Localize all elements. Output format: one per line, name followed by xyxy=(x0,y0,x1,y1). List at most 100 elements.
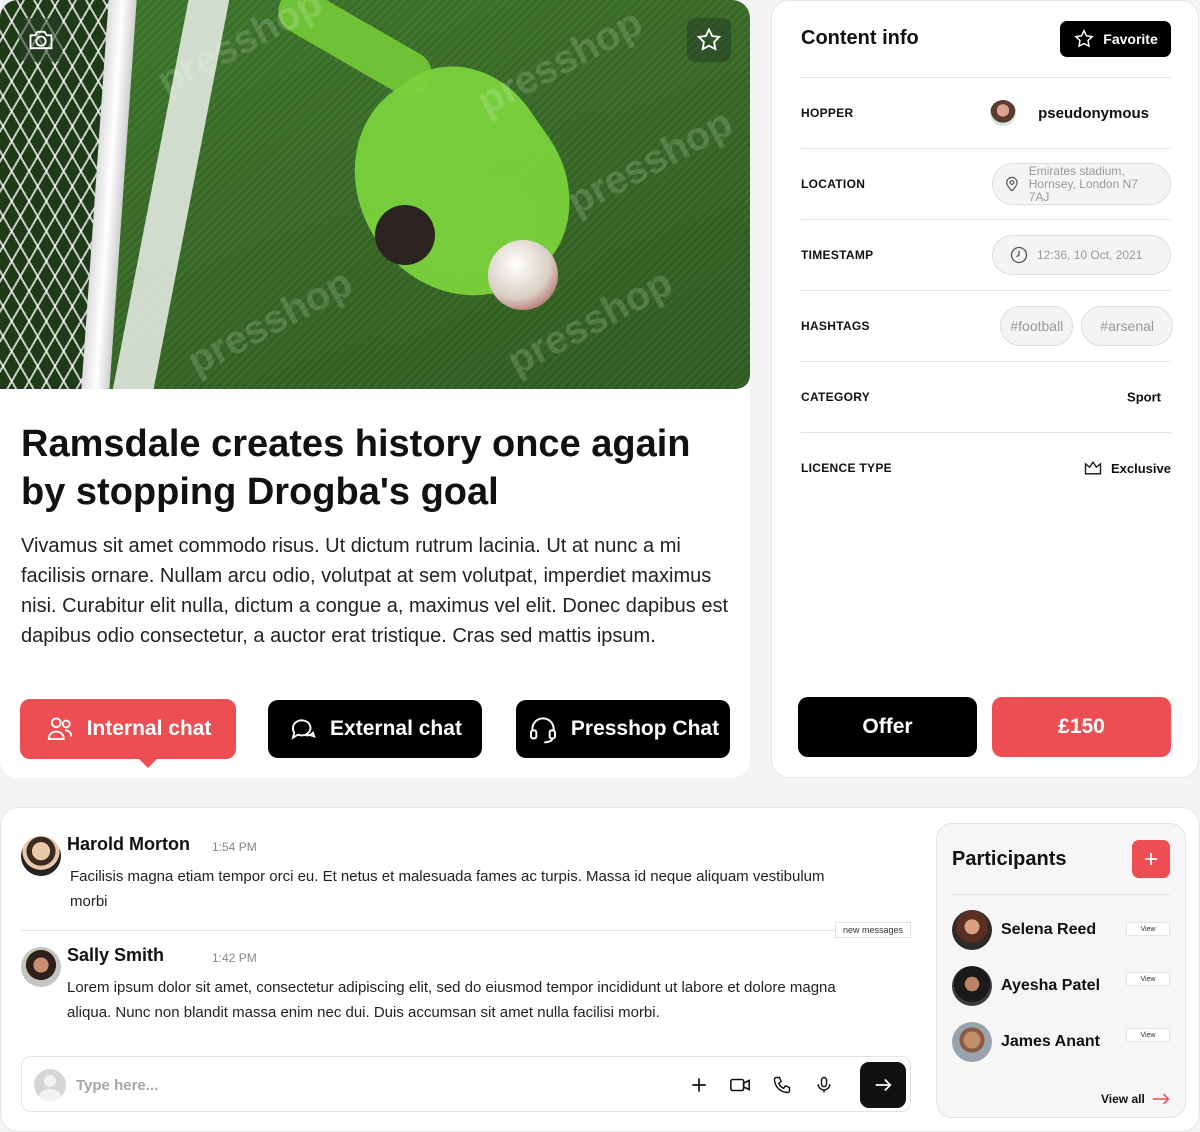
arrow-right-icon xyxy=(875,1078,892,1092)
avatar xyxy=(952,966,992,1006)
chat-panel: Harold Morton 1:54 PM Facilisis magna et… xyxy=(0,807,1200,1132)
timestamp-row: TIMESTAMP 12:36, 10 Oct, 2021 xyxy=(801,219,1171,290)
favorite-label: Favorite xyxy=(1103,31,1158,47)
avatar xyxy=(21,947,61,987)
hashtag-chip[interactable]: #arsenal xyxy=(1081,306,1173,346)
keeper-head xyxy=(375,205,435,265)
article-card: presshop presshop presshop presshop pres… xyxy=(0,0,750,778)
licence-row: LICENCE TYPE Exclusive xyxy=(801,432,1171,503)
users-icon xyxy=(47,717,72,740)
divider xyxy=(952,894,1170,895)
view-participant-button[interactable]: View xyxy=(1126,922,1170,936)
message-author: Harold Morton xyxy=(67,834,190,854)
offer-button[interactable]: Offer xyxy=(798,697,977,757)
participants-panel: Participants Selena Reed View Ayesha Pat… xyxy=(936,823,1186,1118)
internal-chat-button[interactable]: Internal chat xyxy=(20,699,236,768)
timestamp-value: 12:36, 10 Oct, 2021 xyxy=(1037,248,1143,262)
avatar xyxy=(990,100,1017,126)
participant-row: Ayesha Patel View xyxy=(952,966,1172,1006)
message-text: Lorem ipsum dolor sit amet, consectetur … xyxy=(67,979,836,1021)
message-text: Facilisis magna etiam tempor orci eu. Et… xyxy=(70,868,825,910)
avatar xyxy=(21,836,61,876)
message-time: 1:54 PM xyxy=(212,840,257,854)
voice-message-button[interactable] xyxy=(812,1073,836,1097)
location-pin-icon xyxy=(1006,176,1018,192)
favorite-button[interactable]: Favorite xyxy=(1060,21,1171,57)
watermark: presshop xyxy=(469,0,650,124)
message-input[interactable] xyxy=(76,1071,636,1099)
hashtags-label: HASHTAGS xyxy=(801,319,870,333)
participant-row: James Anant View xyxy=(952,1022,1172,1062)
voice-call-button[interactable] xyxy=(770,1073,794,1097)
favorite-star-button[interactable] xyxy=(687,18,731,62)
licence-value: Exclusive xyxy=(1083,458,1171,478)
view-all-link[interactable]: View all xyxy=(1101,1092,1171,1106)
video-call-button[interactable] xyxy=(728,1073,752,1097)
location-pill: Emirates stadium, Hornsey, London N7 7AJ xyxy=(992,163,1171,205)
plus-icon xyxy=(692,1078,706,1092)
video-icon xyxy=(730,1078,750,1092)
camera-icon xyxy=(29,30,53,50)
new-messages-badge: new messages xyxy=(835,922,912,938)
plus-icon xyxy=(1145,853,1157,865)
crown-icon xyxy=(1084,460,1102,475)
price-button[interactable]: £150 xyxy=(992,697,1171,757)
timestamp-label: TIMESTAMP xyxy=(801,248,874,262)
watermark: presshop xyxy=(559,100,740,224)
view-participant-button[interactable]: View xyxy=(1126,972,1170,986)
content-info-card: Content info Favorite HOPPER pseudonymou… xyxy=(771,0,1199,778)
clock-icon xyxy=(1010,246,1028,264)
microphone-icon xyxy=(817,1076,831,1093)
licence-text: Exclusive xyxy=(1111,460,1171,476)
presshop-chat-label: Presshop Chat xyxy=(570,717,720,740)
phone-icon xyxy=(773,1076,791,1094)
presshop-chat-button[interactable]: Presshop Chat xyxy=(516,700,730,758)
message-composer xyxy=(21,1056,911,1112)
location-line1: Emirates stadium, xyxy=(1028,163,1125,178)
article-title: Ramsdale creates history once again by s… xyxy=(21,423,691,513)
view-all-label: View all xyxy=(1101,1092,1145,1106)
participants-title: Participants xyxy=(952,848,1067,870)
camera-button[interactable] xyxy=(19,18,63,62)
participant-name: Ayesha Patel xyxy=(1001,977,1101,994)
message-time: 1:42 PM xyxy=(212,951,257,965)
new-messages-divider xyxy=(21,930,911,931)
star-icon xyxy=(696,27,722,51)
attach-button[interactable] xyxy=(687,1073,711,1097)
hopper-row: HOPPER pseudonymous xyxy=(801,77,1171,148)
external-chat-label: External chat xyxy=(330,717,462,740)
licence-label: LICENCE TYPE xyxy=(801,461,892,475)
participant-row: Selena Reed View xyxy=(952,910,1172,950)
arrow-right-icon xyxy=(1152,1093,1170,1105)
add-participant-button[interactable] xyxy=(1132,840,1170,878)
internal-chat-label: Internal chat xyxy=(86,717,212,740)
location-line2: Hornsey, London N7 7AJ xyxy=(1028,176,1138,204)
football xyxy=(488,240,558,310)
article-body: Vivamus sit amet commodo risus. Ut dictu… xyxy=(21,535,729,647)
view-participant-button[interactable]: View xyxy=(1126,1028,1170,1042)
hashtag-chip[interactable]: #football xyxy=(1000,306,1074,346)
chat-bubbles-icon xyxy=(291,719,316,740)
message-author: Sally Smith xyxy=(67,945,165,965)
content-photo[interactable]: presshop presshop presshop presshop pres… xyxy=(0,0,750,389)
participant-name: Selena Reed xyxy=(1001,921,1097,938)
category-row: CATEGORY Sport xyxy=(801,361,1171,432)
send-button[interactable] xyxy=(860,1062,906,1108)
hopper-value[interactable]: pseudonymous xyxy=(990,100,1149,126)
category-label: CATEGORY xyxy=(801,390,871,404)
avatar xyxy=(952,1022,992,1062)
watermark: presshop xyxy=(149,0,330,104)
hashtag-list: #football #arsenal xyxy=(1000,306,1173,346)
timestamp-pill: 12:36, 10 Oct, 2021 xyxy=(992,235,1171,275)
category-value: Sport xyxy=(1127,389,1161,405)
watermark: presshop xyxy=(179,260,360,384)
participant-name: James Anant xyxy=(1001,1033,1100,1050)
location-row: LOCATION Emirates stadium, Hornsey, Lond… xyxy=(801,148,1171,219)
avatar xyxy=(952,910,992,950)
star-icon xyxy=(1074,29,1094,48)
user-avatar xyxy=(34,1069,66,1101)
hashtags-row: HASHTAGS #football #arsenal xyxy=(801,290,1173,361)
hopper-label: HOPPER xyxy=(801,106,854,120)
location-label: LOCATION xyxy=(801,177,866,191)
external-chat-button[interactable]: External chat xyxy=(268,700,482,758)
